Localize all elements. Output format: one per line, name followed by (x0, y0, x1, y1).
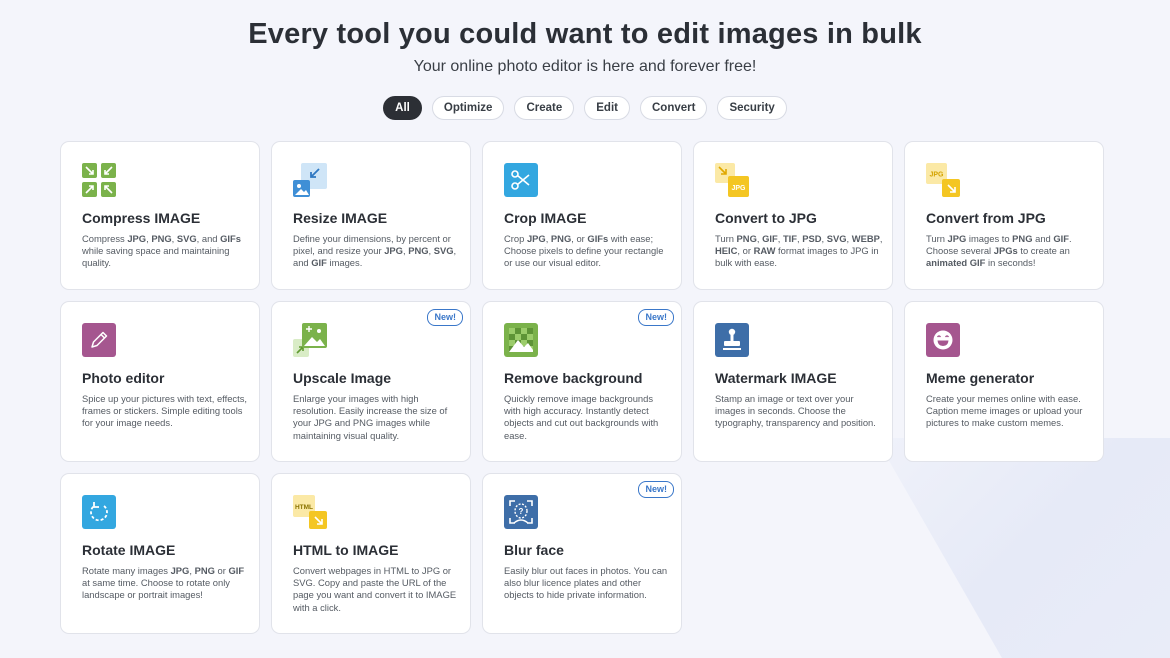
compress-icon (82, 163, 116, 197)
card-description: Rotate many images JPG, PNG or GIF at sa… (82, 565, 245, 601)
scissors-icon (504, 163, 538, 197)
tool-card-blur-face[interactable]: New! ? Blur face Easily blur out faces i… (482, 473, 682, 634)
page-subtitle: Your online photo editor is here and for… (413, 58, 757, 75)
tool-card-crop[interactable]: Crop IMAGE Crop JPG, PNG, or GIFs with e… (482, 141, 682, 290)
pencil-icon (82, 323, 116, 357)
page-title: Every tool you could want to edit images… (248, 18, 922, 50)
tool-card-convert-from-jpg[interactable]: JPG Convert from JPG Turn JPG images to … (904, 141, 1104, 290)
resize-icon (293, 163, 327, 197)
card-title: HTML to IMAGE (293, 542, 399, 558)
laughing-face-icon (926, 323, 960, 357)
card-title: Compress IMAGE (82, 210, 201, 226)
card-description: Create your memes online with ease. Capt… (926, 393, 1083, 429)
tool-card-meme-generator[interactable]: Meme generator Create your memes online … (904, 301, 1104, 462)
filter-bar: All Optimize Create Edit Convert Securit… (0, 96, 1170, 120)
tool-card-rotate[interactable]: Rotate IMAGE Rotate many images JPG, PNG… (60, 473, 260, 634)
filter-edit[interactable]: Edit (584, 96, 630, 120)
card-description: Convert webpages in HTML to JPG or SVG. … (293, 565, 457, 613)
card-description: Quickly remove image backgrounds with hi… (504, 393, 659, 441)
filter-convert[interactable]: Convert (639, 96, 708, 120)
card-description: Turn JPG images to PNG and GIF. Choose s… (926, 233, 1072, 269)
card-description: Define your dimensions, by percent or pi… (293, 233, 457, 269)
tool-card-resize[interactable]: Resize IMAGE Define your dimensions, by … (271, 141, 471, 290)
card-title: Convert to JPG (715, 210, 817, 226)
card-title: Resize IMAGE (293, 210, 388, 226)
tool-card-html-to-image[interactable]: HTML HTML to IMAGE Convert webpages in H… (271, 473, 471, 634)
tool-card-upscale[interactable]: New! Upscale Image Enlarge your images w… (271, 301, 471, 462)
svg-text:HTML: HTML (295, 504, 313, 511)
background-decoration (876, 438, 1170, 658)
card-title: Upscale Image (293, 370, 392, 386)
card-description: Compress JPG, PNG, SVG, and GIFs while s… (82, 233, 241, 269)
card-title: Blur face (504, 542, 564, 558)
new-badge: New! (638, 309, 674, 326)
card-description: Spice up your pictures with text, effect… (82, 393, 248, 429)
filter-security[interactable]: Security (717, 96, 787, 120)
svg-text:JPG: JPG (731, 185, 746, 192)
upscale-icon (293, 323, 327, 357)
stamp-icon (715, 323, 749, 357)
card-description: Stamp an image or text over your images … (715, 393, 876, 429)
convert-from-jpg-icon: JPG (926, 163, 960, 197)
card-title: Watermark IMAGE (715, 370, 837, 386)
card-description: Easily blur out faces in photos. You can… (504, 565, 668, 601)
card-title: Rotate IMAGE (82, 542, 176, 558)
blur-face-icon: ? (504, 495, 538, 529)
convert-to-jpg-icon: JPG (715, 163, 749, 197)
card-title: Remove background (504, 370, 643, 386)
tool-card-compress[interactable]: Compress IMAGE Compress JPG, PNG, SVG, a… (60, 141, 260, 290)
card-title: Convert from JPG (926, 210, 1046, 226)
remove-background-icon (504, 323, 538, 357)
card-title: Photo editor (82, 370, 165, 386)
filter-all[interactable]: All (383, 96, 422, 120)
rotate-icon (82, 495, 116, 529)
card-title: Meme generator (926, 370, 1035, 386)
card-description: Enlarge your images with high resolution… (293, 393, 448, 441)
card-title: Crop IMAGE (504, 210, 587, 226)
html-to-image-icon: HTML (293, 495, 327, 529)
filter-create[interactable]: Create (514, 96, 575, 120)
svg-text:JPG: JPG (929, 172, 944, 179)
tool-card-convert-to-jpg[interactable]: JPG Convert to JPG Turn PNG, GIF, TIF, P… (693, 141, 893, 290)
filter-optimize[interactable]: Optimize (431, 96, 505, 120)
tool-card-remove-background[interactable]: New! Remove background Quickly remove im… (482, 301, 682, 462)
new-badge: New! (638, 481, 674, 498)
svg-text:?: ? (519, 507, 524, 516)
card-description: Crop JPG, PNG, or GIFs with ease; Choose… (504, 233, 664, 269)
card-description: Turn PNG, GIF, TIF, PSD, SVG, WEBP, HEIC… (715, 233, 883, 269)
tool-card-watermark[interactable]: Watermark IMAGE Stamp an image or text o… (693, 301, 893, 462)
tool-card-photo-editor[interactable]: Photo editor Spice up your pictures with… (60, 301, 260, 462)
new-badge: New! (427, 309, 463, 326)
